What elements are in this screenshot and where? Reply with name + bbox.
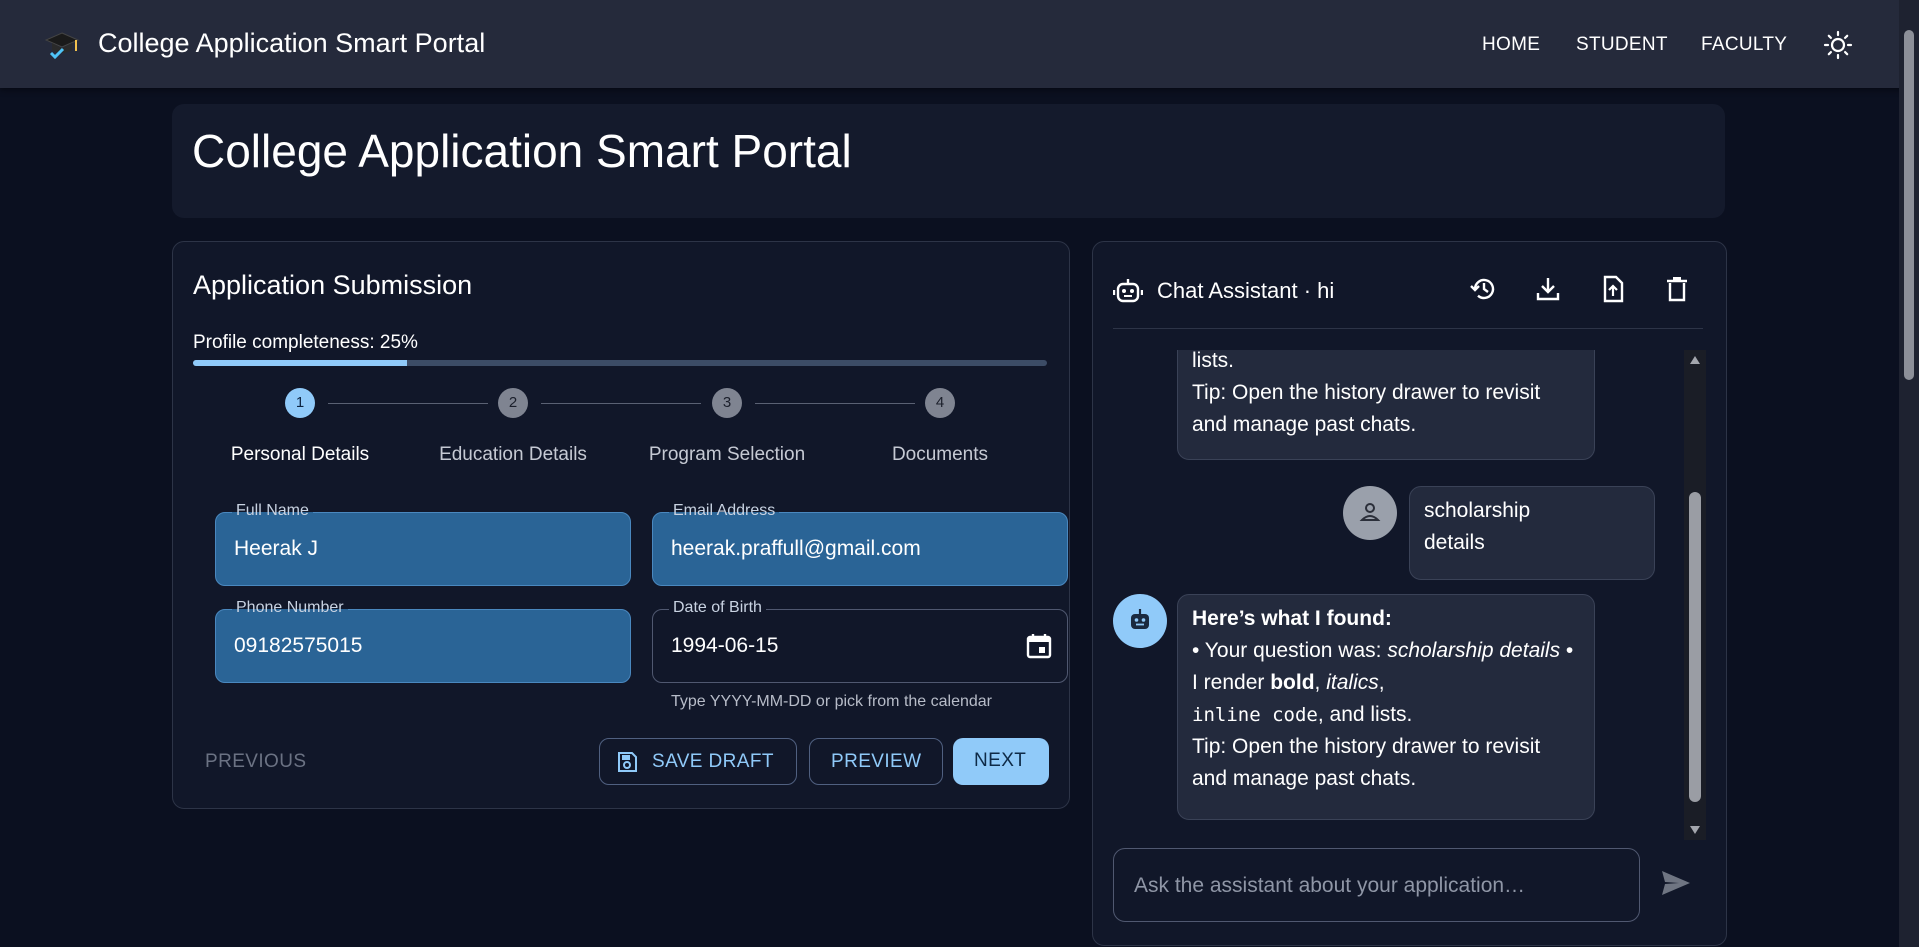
history-icon[interactable] xyxy=(1469,274,1499,304)
assistant-avatar xyxy=(1113,594,1167,648)
full-name-value[interactable]: Heerak J xyxy=(234,537,318,561)
message-text: lists. xyxy=(1192,350,1234,372)
message-tip: Tip: Open the history drawer to revisit … xyxy=(1192,735,1541,790)
robot-icon xyxy=(1113,279,1143,303)
message-text: scholarship details xyxy=(1424,499,1531,554)
nav-home[interactable]: HOME xyxy=(1482,34,1540,56)
step-4-label[interactable]: Documents xyxy=(840,444,1040,466)
dob-value[interactable]: 1994-06-15 xyxy=(671,634,778,658)
phone-field[interactable]: Phone Number 09182575015 xyxy=(215,599,631,683)
chat-input-field[interactable] xyxy=(1113,848,1640,922)
form-title: Application Submission xyxy=(193,270,473,300)
chat-messages[interactable]: lists. Tip: Open the history drawer to r… xyxy=(1113,350,1683,840)
dob-helper-text: Type YYYY-MM-DD or pick from the calenda… xyxy=(671,693,993,710)
progress-label: Profile completeness: 25% xyxy=(193,332,418,353)
send-icon[interactable] xyxy=(1659,866,1693,900)
delete-icon[interactable] xyxy=(1662,274,1692,304)
download-icon[interactable] xyxy=(1533,274,1563,304)
nav-faculty[interactable]: FACULTY xyxy=(1701,34,1787,56)
user-avatar xyxy=(1343,486,1397,540)
page-title: College Application Smart Portal xyxy=(192,125,852,177)
next-label: NEXT xyxy=(974,750,1027,771)
preview-button[interactable]: PREVIEW xyxy=(809,738,943,785)
message-heading: Here’s what I found: xyxy=(1192,607,1392,630)
calendar-icon[interactable] xyxy=(1025,632,1053,660)
assistant-message: lists. Tip: Open the history drawer to r… xyxy=(1177,350,1595,460)
assistant-message: Here’s what I found: • Your question was… xyxy=(1177,594,1595,820)
message-bold: bold xyxy=(1270,671,1315,694)
email-label: Email Address xyxy=(669,502,780,520)
phone-label: Phone Number xyxy=(232,599,348,617)
graduation-cap-icon xyxy=(44,32,80,60)
application-form-card: Application Submission Profile completen… xyxy=(172,241,1070,809)
step-1-label[interactable]: Personal Details xyxy=(200,444,400,466)
message-text: , xyxy=(1378,671,1385,694)
phone-value[interactable]: 09182575015 xyxy=(234,634,362,658)
chat-scrollbar-thumb[interactable] xyxy=(1689,492,1701,802)
full-name-label: Full Name xyxy=(232,502,313,520)
scroll-down-arrow-icon[interactable] xyxy=(1689,824,1701,836)
step-1-circle[interactable]: 1 xyxy=(285,388,315,418)
save-draft-label: SAVE DRAFT xyxy=(652,751,774,772)
nav-student[interactable]: STUDENT xyxy=(1576,34,1668,56)
message-body: • Your question was: scholarship details… xyxy=(1192,635,1580,731)
message-tip: Tip: Open the history drawer to revisit … xyxy=(1192,381,1541,436)
next-button[interactable]: NEXT xyxy=(953,738,1049,785)
dob-label: Date of Birth xyxy=(669,599,766,617)
message-text: , and lists. xyxy=(1317,703,1413,726)
message-code: inline code xyxy=(1192,704,1318,726)
step-2-circle[interactable]: 2 xyxy=(498,388,528,418)
scroll-up-arrow-icon[interactable] xyxy=(1689,354,1701,366)
step-3-circle[interactable]: 3 xyxy=(712,388,742,418)
sun-icon[interactable] xyxy=(1823,30,1853,60)
step-connector xyxy=(328,403,488,404)
upload-file-icon[interactable] xyxy=(1598,274,1628,304)
chat-divider xyxy=(1113,328,1703,329)
email-value[interactable]: heerak.praffull@gmail.com xyxy=(671,537,921,561)
person-icon xyxy=(1359,503,1381,521)
chat-input[interactable] xyxy=(1132,869,1616,903)
dob-field[interactable]: Date of Birth 1994-06-15 xyxy=(652,599,1068,683)
step-connector xyxy=(755,403,915,404)
message-text: , xyxy=(1314,671,1327,694)
step-connector xyxy=(541,403,701,404)
robot-icon xyxy=(1131,609,1149,629)
chat-assistant-card: Chat Assistant · hi lists. Tip: Open the… xyxy=(1092,241,1727,946)
email-field[interactable]: Email Address heerak.praffull@gmail.com xyxy=(652,502,1068,586)
message-italics: italics xyxy=(1326,671,1379,694)
app-bar: College Application Smart Portal HOME ST… xyxy=(0,0,1919,88)
user-message: scholarship details xyxy=(1409,486,1655,580)
save-draft-button[interactable]: SAVE DRAFT xyxy=(599,738,797,785)
message-question: scholarship details xyxy=(1387,639,1561,662)
chat-title: Chat Assistant · hi xyxy=(1157,278,1335,303)
save-icon xyxy=(618,752,637,772)
page-scrollbar-thumb[interactable] xyxy=(1904,30,1914,380)
page-header: College Application Smart Portal xyxy=(172,104,1725,218)
preview-label: PREVIEW xyxy=(831,751,922,772)
step-4-circle[interactable]: 4 xyxy=(925,388,955,418)
message-text: • Your question was: xyxy=(1192,639,1388,662)
progress-bar-fill xyxy=(193,360,407,366)
step-2-label[interactable]: Education Details xyxy=(413,444,613,466)
full-name-field[interactable]: Full Name Heerak J xyxy=(215,502,631,586)
app-title: College Application Smart Portal xyxy=(98,28,486,58)
progress-bar xyxy=(193,360,1047,366)
step-3-label[interactable]: Program Selection xyxy=(627,444,827,466)
previous-button[interactable]: PREVIOUS xyxy=(205,751,306,773)
